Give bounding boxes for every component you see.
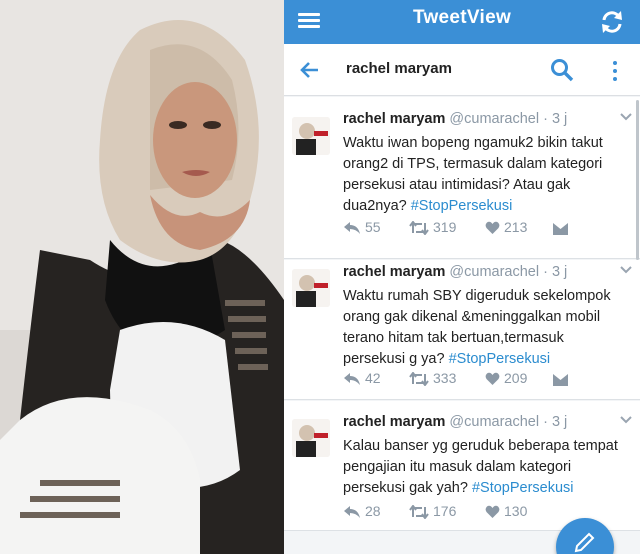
- hashtag-link[interactable]: #StopPersekusi: [449, 351, 551, 367]
- hashtag-link[interactable]: #StopPersekusi: [472, 480, 574, 496]
- retweet-button[interactable]: 176: [409, 503, 456, 520]
- reply-icon: [344, 506, 360, 518]
- tweet-item[interactable]: rachel maryam @cumarachel · 3 j Waktu iw…: [284, 97, 640, 259]
- tweet-time: · 3 j: [543, 414, 568, 430]
- heart-icon: [485, 372, 500, 385]
- like-button[interactable]: 209: [485, 370, 527, 386]
- tweet-header: rachel maryam @cumarachel · 3 j: [343, 414, 567, 430]
- tweet-item[interactable]: rachel maryam @cumarachel · 3 j Waktu ru…: [284, 260, 640, 400]
- avatar[interactable]: [292, 117, 330, 155]
- tweet-handle[interactable]: @cumarachel: [449, 111, 539, 127]
- retweet-button[interactable]: 319: [409, 219, 456, 236]
- direct-message-icon: [553, 223, 568, 235]
- app-title: TweetView: [412, 7, 512, 28]
- photo-panel: [0, 0, 284, 554]
- tweet-item[interactable]: rachel maryam @cumarachel · 3 j Kalau ba…: [284, 401, 640, 531]
- like-button[interactable]: 213: [485, 219, 527, 235]
- hashtag-link[interactable]: #StopPersekusi: [411, 198, 513, 214]
- retweet-icon: [409, 504, 429, 520]
- search-icon[interactable]: [549, 57, 575, 83]
- chevron-down-icon[interactable]: [620, 113, 632, 121]
- like-button[interactable]: 130: [485, 503, 527, 519]
- back-arrow-icon[interactable]: [298, 59, 320, 81]
- dm-button[interactable]: [553, 370, 572, 386]
- tweet-author-name[interactable]: rachel maryam: [343, 264, 445, 280]
- search-bar: rachel maryam: [284, 44, 640, 96]
- reply-button[interactable]: 42: [343, 370, 381, 386]
- tweet-header: rachel maryam @cumarachel · 3 j: [343, 111, 567, 127]
- tweet-text: Waktu iwan bopeng ngamuk2 bikin takut or…: [343, 135, 603, 214]
- tweet-time: · 3 j: [543, 111, 568, 127]
- scrollbar[interactable]: [636, 100, 639, 260]
- compose-icon: [574, 532, 595, 553]
- more-vert-icon[interactable]: [609, 59, 621, 83]
- tweet-text: Waktu rumah SBY digeruduk sekelompok ora…: [343, 288, 611, 367]
- tweet-handle[interactable]: @cumarachel: [449, 414, 539, 430]
- woman-in-hijab-photo: [0, 0, 284, 554]
- tweet-time: · 3 j: [543, 264, 568, 280]
- retweet-icon: [409, 220, 429, 236]
- tweet-author-name[interactable]: rachel maryam: [343, 414, 445, 430]
- avatar[interactable]: [292, 419, 330, 457]
- search-query[interactable]: rachel maryam: [346, 60, 452, 77]
- reply-icon: [344, 222, 360, 234]
- avatar[interactable]: [292, 269, 330, 307]
- heart-icon: [485, 505, 500, 518]
- tweetview-app: TweetView rachel maryam rachel maryam @c…: [284, 0, 640, 554]
- reply-button[interactable]: 55: [343, 219, 381, 235]
- reply-icon: [344, 373, 360, 385]
- chevron-down-icon[interactable]: [620, 416, 632, 424]
- refresh-icon[interactable]: [598, 8, 626, 36]
- chevron-down-icon[interactable]: [620, 266, 632, 274]
- tweet-text: Kalau banser yg geruduk beberapa tempat …: [343, 438, 618, 496]
- heart-icon: [485, 221, 500, 234]
- reply-button[interactable]: 28: [343, 503, 381, 519]
- dm-button[interactable]: [553, 219, 572, 235]
- tweet-header: rachel maryam @cumarachel · 3 j: [343, 264, 567, 280]
- tweet-handle[interactable]: @cumarachel: [449, 264, 539, 280]
- direct-message-icon: [553, 374, 568, 386]
- retweet-icon: [409, 371, 429, 387]
- app-bar: TweetView: [284, 0, 640, 44]
- retweet-button[interactable]: 333: [409, 370, 456, 387]
- tweet-author-name[interactable]: rachel maryam: [343, 111, 445, 127]
